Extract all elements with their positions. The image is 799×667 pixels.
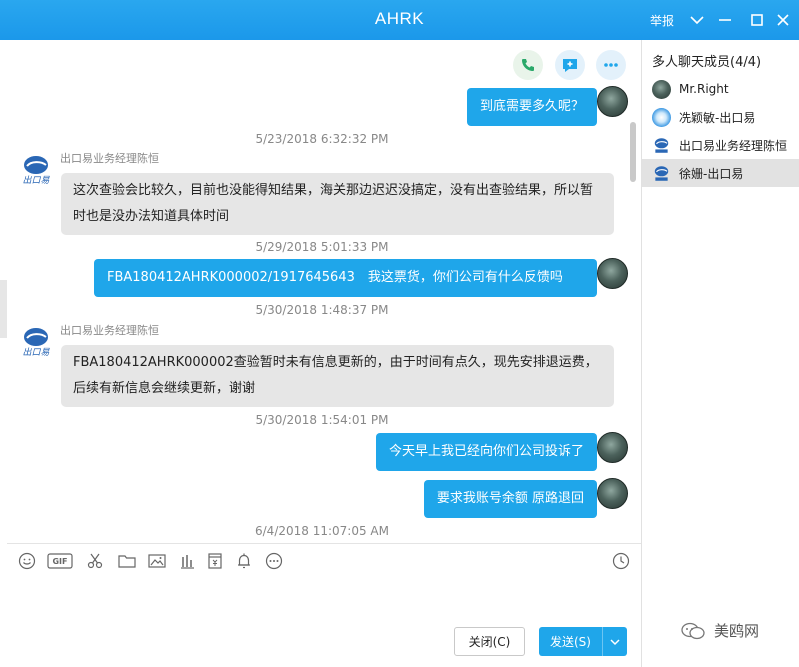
message-bubble-outgoing[interactable]: 到底需要多久呢？ [466,88,597,126]
history-clock-icon[interactable] [609,549,633,573]
member-name: 冼颖敏-出口易 [679,110,756,125]
message-line: FBA180412AHRK000002查验暂时未有信息更新的，由于时间有点久，现… [73,355,598,370]
user-avatar[interactable] [597,432,628,463]
message-input[interactable] [7,578,641,622]
chevron-down-icon[interactable] [603,636,627,648]
member-item[interactable]: 出口易业务经理陈恒 [642,131,799,159]
chevron-down-icon[interactable] [686,9,708,31]
member-name: Mr.Right [679,82,729,96]
message-line: 时也是没办法知道具体时间 [73,209,230,224]
chart-icon[interactable] [175,549,199,573]
close-icon[interactable] [772,9,794,31]
window-title: AHRK [374,9,425,28]
maximize-icon[interactable] [746,9,768,31]
more-options-button[interactable] [596,50,626,80]
message-timestamp: 5/30/2018 1:54:01 PM [255,413,389,427]
message-timestamp: 5/23/2018 6:32:32 PM [255,132,389,146]
input-toolbar: GIF [7,549,641,575]
chat-window: AHRK 举报 到底需要多久呢？ 5/23/2018 6:32:32 PM 出口… [0,0,799,667]
message-line: 后续有新信息会继续更新，谢谢 [73,381,256,396]
folder-icon[interactable] [115,549,139,573]
user-avatar[interactable] [597,258,628,289]
svg-text:出口易: 出口易 [22,347,50,358]
message-list[interactable]: 到底需要多久呢？ 5/23/2018 6:32:32 PM 出口易 出口易业务经… [7,40,641,543]
company-logo-avatar[interactable]: 出口易 [19,324,53,358]
member-item[interactable]: Mr.Right [642,75,799,103]
message-bubble-incoming[interactable]: 这次查验会比较久，目前也没能得知结果，海关那边迟迟没搞定，没有出查验结果，所以暂… [61,173,614,235]
gif-label: GIF [52,556,68,566]
company-logo-avatar [652,164,671,183]
report-link[interactable]: 举报 [650,12,674,29]
message-bubble-outgoing[interactable]: FBA180412AHRK000002/1917645643 我这票货，你们公司… [94,259,597,297]
collapse-handle[interactable] [0,280,7,338]
message-bubble-outgoing[interactable]: 今天早上我已经向你们公司投诉了 [375,433,597,471]
title-bar: AHRK 举报 [0,0,799,40]
message-timestamp: 6/4/2018 11:07:05 AM [255,524,389,538]
member-name: 徐姗-出口易 [679,166,744,181]
scrollbar-thumb[interactable] [630,122,636,182]
sender-name: 出口易业务经理陈恒 [60,324,159,337]
message-line: 这次查验会比较久，目前也没能得知结果，海关那边迟迟没搞定，没有出查验结果，所以暂 [73,183,594,198]
watermark-text: 美鸥网 [714,622,760,640]
close-button[interactable]: 关闭(C) [454,627,525,656]
member-name: 出口易业务经理陈恒 [679,138,788,153]
more-icon[interactable] [262,549,286,573]
watermark: 美鸥网 [680,620,759,641]
send-button-label[interactable]: 发送(S) [539,633,602,650]
company-logo-avatar [652,136,671,155]
bell-icon[interactable] [232,549,256,573]
add-message-button[interactable] [555,50,585,80]
phone-call-button[interactable] [513,50,543,80]
image-icon[interactable] [145,549,169,573]
scissors-icon[interactable] [83,549,107,573]
company-logo-avatar[interactable]: 出口易 [19,152,53,186]
svg-text:出口易: 出口易 [22,175,50,186]
member-avatar [652,79,671,99]
minimize-icon[interactable] [714,9,736,31]
divider [7,543,641,544]
member-item-selected[interactable]: 徐姗-出口易 [642,159,799,187]
smile-icon[interactable] [15,549,39,573]
message-bubble-outgoing[interactable]: 要求我账号余额 原路退回 [423,480,597,518]
member-panel: 多人聊天成员(4/4) Mr.Right 冼颖敏-出口易 出口易业务经理陈恒 徐… [642,40,799,667]
member-panel-header: 多人聊天成员(4/4) [652,55,762,70]
message-timestamp: 5/30/2018 1:48:37 PM [255,303,389,317]
member-item[interactable]: 冼颖敏-出口易 [642,103,799,131]
left-margin [0,40,7,667]
gif-icon[interactable]: GIF [47,549,73,573]
member-avatar [652,107,671,127]
message-bubble-incoming[interactable]: FBA180412AHRK000002查验暂时未有信息更新的，由于时间有点久，现… [61,345,614,407]
send-button[interactable]: 发送(S) [539,627,627,656]
sender-name: 出口易业务经理陈恒 [60,152,159,165]
message-timestamp: 5/29/2018 5:01:33 PM [255,240,389,254]
red-packet-icon[interactable] [203,549,227,573]
user-avatar[interactable] [597,478,628,509]
user-avatar[interactable] [597,86,628,117]
wechat-icon [681,622,705,639]
